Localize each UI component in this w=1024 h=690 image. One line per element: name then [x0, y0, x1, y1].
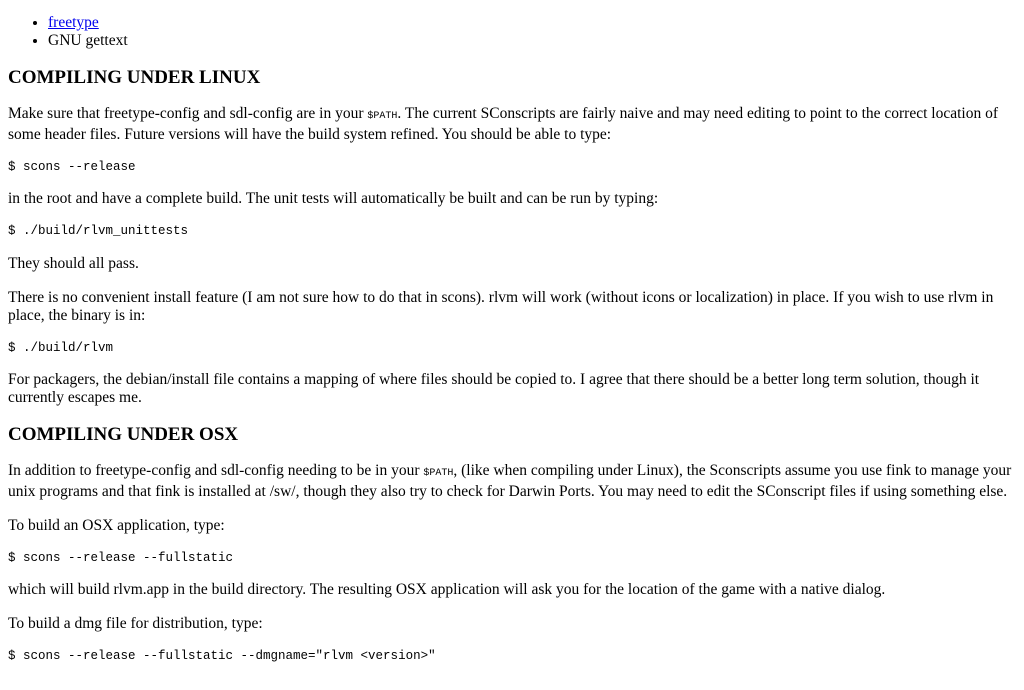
linux-p1-text-before: Make sure that freetype-config and sdl-c…: [8, 105, 368, 122]
linux-cmd-binary: $ ./build/rlvm: [8, 341, 114, 355]
osx-heading: COMPILING UNDER OSX: [8, 424, 239, 445]
linux-paragraph-unittests: in the root and have a complete build. T…: [8, 190, 659, 207]
osx-paragraph-app-result: which will build rlvm.app in the build d…: [8, 581, 886, 598]
linux-cmd-scons-release: $ scons --release: [8, 160, 136, 174]
freetype-link[interactable]: freetype: [48, 14, 99, 31]
list-item-freetype: freetype: [48, 14, 1018, 32]
osx-p1-text-before: In addition to freetype-config and sdl-c…: [8, 462, 424, 479]
osx-path-code: $PATH: [423, 468, 454, 479]
dependency-list: freetype GNU gettext: [8, 0, 1018, 50]
linux-path-code: $PATH: [367, 111, 398, 122]
readme-document: freetype GNU gettext COMPILING UNDER LIN…: [0, 0, 1024, 664]
gettext-label: GNU gettext: [48, 32, 128, 49]
osx-paragraph-dmg: To build a dmg file for distribution, ty…: [8, 615, 263, 632]
linux-cmd-unittests: $ ./build/rlvm_unittests: [8, 224, 189, 238]
linux-paragraph-path: Make sure that freetype-config and sdl-c…: [8, 105, 1018, 144]
list-item-gettext: GNU gettext: [48, 32, 1018, 50]
linux-paragraph-pass: They should all pass.: [8, 255, 139, 272]
osx-paragraph-path: In addition to freetype-config and sdl-c…: [8, 462, 1018, 501]
osx-paragraph-build-app: To build an OSX application, type:: [8, 517, 225, 534]
osx-cmd-dmg: $ scons --release --fullstatic --dmgname…: [8, 649, 436, 663]
osx-cmd-fullstatic: $ scons --release --fullstatic: [8, 551, 234, 565]
linux-paragraph-install: There is no convenient install feature (…: [8, 289, 994, 324]
linux-heading: COMPILING UNDER LINUX: [8, 67, 261, 88]
linux-paragraph-packagers: For packagers, the debian/install file c…: [8, 371, 980, 406]
